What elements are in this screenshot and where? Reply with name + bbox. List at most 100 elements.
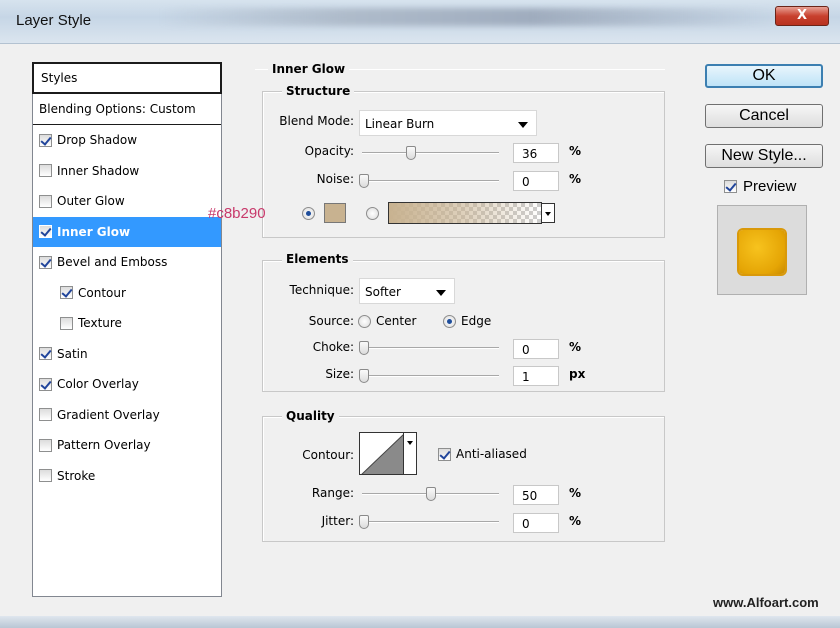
window-title: Layer Style [16,12,92,29]
opacity-field[interactable]: 36 [513,143,559,163]
style-item-label: Drop Shadow [57,133,138,148]
style-checkbox[interactable] [39,194,52,208]
style-checkbox[interactable] [39,408,52,422]
elements-title: Elements [282,252,353,266]
size-unit: px [569,367,586,381]
style-item-label: Pattern Overlay [57,438,151,453]
technique-label: Technique: [289,283,354,297]
ok-button[interactable]: OK [705,64,823,88]
style-item-drop-shadow[interactable]: Drop Shadow [33,125,221,156]
inner-glow-title: Inner Glow [268,62,350,76]
preview-label[interactable]: Preview [743,178,796,195]
style-checkbox[interactable] [39,225,52,239]
style-checkbox[interactable] [39,438,52,452]
style-item-label: Color Overlay [57,377,139,392]
style-item-label: Stroke [57,468,96,483]
solid-color-radio[interactable] [302,207,315,220]
structure-title: Structure [282,84,355,98]
glow-color-swatch[interactable] [324,203,346,223]
size-slider-thumb[interactable] [359,369,369,383]
source-center-label[interactable]: Center [376,314,416,328]
size-field[interactable]: 1 [513,366,559,386]
jitter-unit: % [569,514,582,528]
range-unit: % [569,486,582,500]
anti-aliased-label[interactable]: Anti-aliased [456,447,527,461]
preview-swatch [739,230,785,274]
source-label: Source: [308,314,354,328]
jitter-slider-track[interactable] [362,521,499,523]
source-edge-label[interactable]: Edge [461,314,491,328]
styles-list: Styles Blending Options: Custom Drop Sha… [32,62,222,597]
range-field[interactable]: 50 [513,485,559,505]
style-checkbox[interactable] [60,316,73,330]
watermark: www.Alfoart.com [713,595,819,610]
noise-unit: % [569,172,582,186]
style-item-bevel-and-emboss[interactable]: Bevel and Emboss [33,247,221,278]
close-button[interactable]: X [775,6,829,26]
style-item-label: Gradient Overlay [57,407,160,422]
new-style-button[interactable]: New Style... [705,144,823,168]
color-annotation: #c8b290 [208,205,266,222]
contour-dropdown-button[interactable] [403,432,417,475]
style-checkbox[interactable] [39,347,52,361]
chevron-down-icon [518,122,528,128]
noise-slider-track[interactable] [362,180,499,182]
style-checkbox[interactable] [39,255,52,269]
opacity-slider-track[interactable] [362,152,499,154]
style-item-label: Inner Shadow [57,163,140,178]
source-center-radio[interactable] [358,315,371,328]
range-slider-thumb[interactable] [425,487,436,501]
style-item-stroke[interactable]: Stroke [33,461,221,492]
gradient-radio[interactable] [366,207,379,220]
anti-aliased-checkbox[interactable] [438,448,451,461]
opacity-slider-thumb[interactable] [406,146,417,160]
style-item-color-overlay[interactable]: Color Overlay [33,369,221,400]
jitter-field[interactable]: 0 [513,513,559,533]
title-bar: Layer Style X [0,0,840,44]
blend-mode-select[interactable]: Linear Burn [359,110,537,136]
style-item-gradient-overlay[interactable]: Gradient Overlay [33,400,221,431]
quality-title: Quality [282,409,339,423]
source-edge-radio[interactable] [443,315,456,328]
style-item-label: Contour [78,285,126,300]
style-checkbox[interactable] [60,286,73,300]
blend-mode-value: Linear Burn [365,117,435,131]
style-checkbox[interactable] [39,133,52,147]
blending-options-item[interactable]: Blending Options: Custom [33,94,221,125]
style-checkbox[interactable] [39,377,52,391]
size-slider-track[interactable] [362,375,499,377]
style-item-inner-glow[interactable]: Inner Glow [33,216,221,247]
choke-slider-track[interactable] [362,347,499,349]
choke-field[interactable]: 0 [513,339,559,359]
style-checkbox[interactable] [39,164,52,178]
technique-select[interactable]: Softer [359,278,455,304]
style-item-contour[interactable]: Contour [33,278,221,309]
contour-preview[interactable] [359,432,404,475]
style-item-satin[interactable]: Satin [33,339,221,370]
noise-slider-thumb[interactable] [359,174,369,188]
cancel-button[interactable]: Cancel [705,104,823,128]
style-item-label: Texture [78,316,122,331]
style-item-texture[interactable]: Texture [33,308,221,339]
opacity-unit: % [569,144,582,158]
style-item-outer-glow[interactable]: Outer Glow [33,186,221,217]
size-label: Size: [325,367,354,381]
choke-slider-thumb[interactable] [359,341,369,355]
styles-header[interactable]: Styles [32,62,222,94]
gradient-swatch[interactable] [388,202,542,224]
style-preview [717,205,807,295]
opacity-label: Opacity: [304,144,354,158]
style-checkbox[interactable] [39,469,52,483]
style-item-label: Satin [57,346,88,361]
noise-label: Noise: [316,172,354,186]
style-item-label: Outer Glow [57,194,125,209]
preview-checkbox[interactable] [724,180,737,193]
style-item-pattern-overlay[interactable]: Pattern Overlay [33,430,221,461]
gradient-dropdown-button[interactable] [541,203,555,223]
style-item-inner-shadow[interactable]: Inner Shadow [33,156,221,187]
jitter-slider-thumb[interactable] [359,515,369,529]
window-bottom-edge [0,616,840,628]
noise-field[interactable]: 0 [513,171,559,191]
choke-label: Choke: [312,340,354,354]
style-item-label: Bevel and Emboss [57,255,168,270]
